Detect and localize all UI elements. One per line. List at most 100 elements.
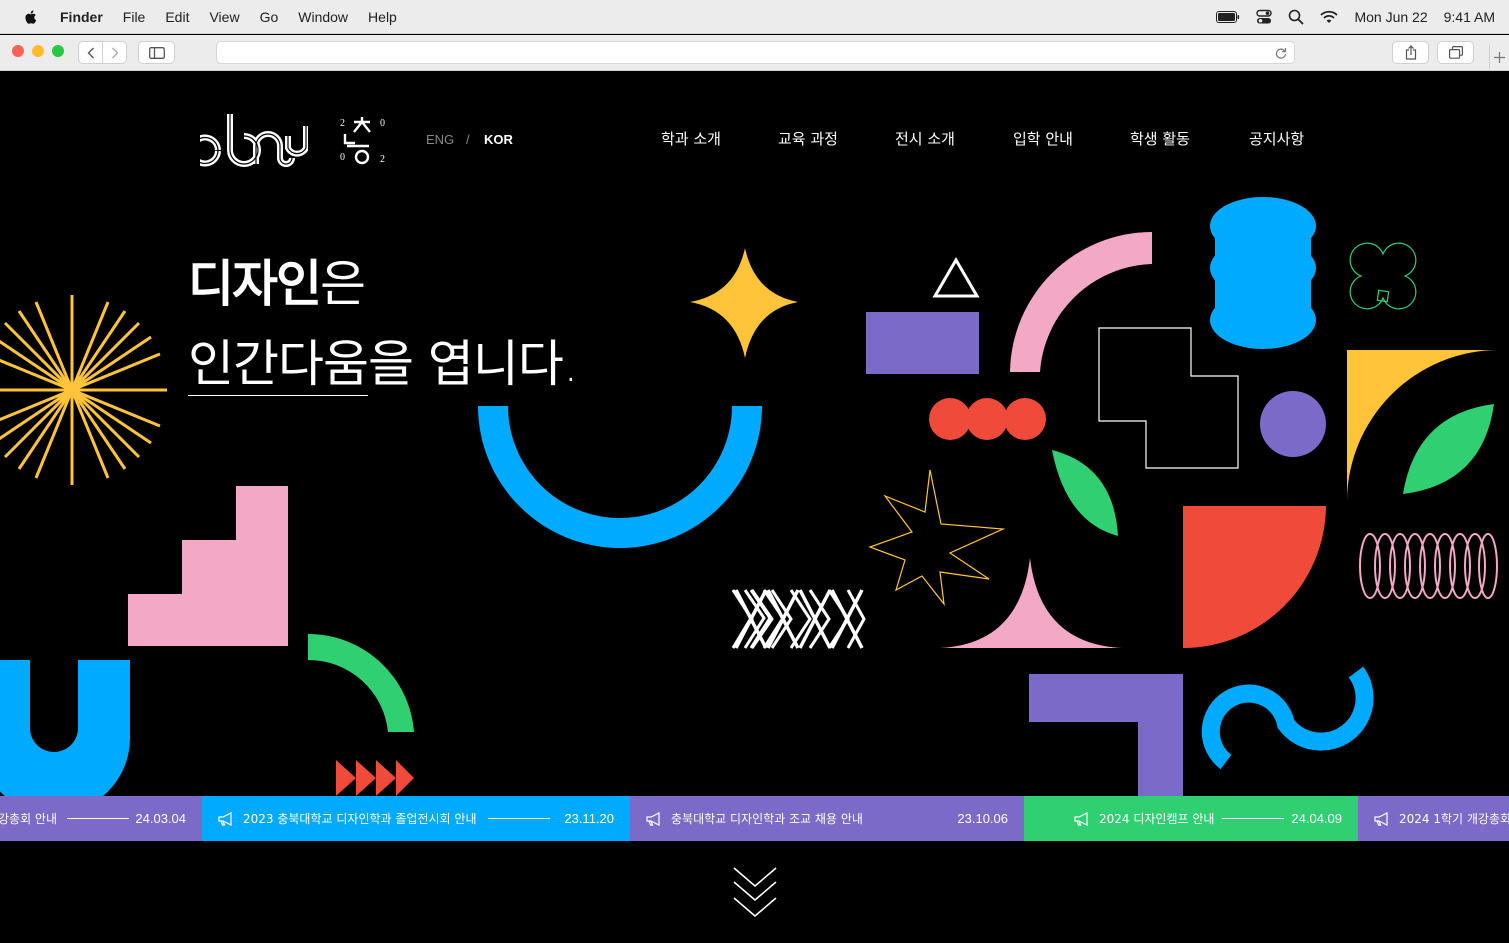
- nav-exhibition[interactable]: 전시 소개: [895, 128, 955, 149]
- outline-star-shape: [868, 469, 1006, 607]
- notice-title: 2024 디자인캠프 안내: [1099, 812, 1215, 826]
- megaphone-icon: [1074, 811, 1088, 826]
- sidebar-icon: [148, 46, 165, 59]
- svg-text:2: 2: [380, 154, 385, 165]
- red-quarter-shape: [1183, 506, 1326, 648]
- megaphone-icon: [1374, 811, 1388, 826]
- notice-date: 24.04.09: [1291, 811, 1342, 826]
- notice-divider: [67, 818, 130, 819]
- zoom-window-button[interactable]: [52, 45, 64, 57]
- hero-underlined-word: 인간다움: [188, 335, 369, 396]
- nav-student-activities[interactable]: 학생 활동: [1130, 128, 1190, 149]
- menu-window[interactable]: Window: [298, 9, 348, 25]
- pink-peak-shape: [940, 558, 1122, 648]
- yellow-star-shape: [690, 248, 798, 358]
- menubar-date[interactable]: Mon Jun 22: [1354, 9, 1427, 25]
- wifi-icon[interactable]: [1320, 10, 1339, 24]
- address-bar[interactable]: [216, 41, 1295, 64]
- chevron-left-icon: [87, 47, 94, 58]
- notice-title: 강총회 안내: [0, 812, 58, 826]
- svg-text:2: 2: [340, 118, 345, 129]
- nav-curriculum[interactable]: 교육 과정: [778, 128, 838, 149]
- notice-item[interactable]: 2023 충북대학교 디자인학과 졸업전시회 안내 23.11.20: [202, 796, 630, 841]
- svg-text:0: 0: [340, 152, 345, 163]
- menu-file[interactable]: File: [123, 9, 146, 25]
- notice-item[interactable]: 2024 1학기 개강총회 안내: [1358, 796, 1509, 841]
- blue-wave-shape: [1201, 666, 1374, 770]
- hero-line2-rest: 을 엽니다.: [368, 335, 579, 393]
- nav-admission[interactable]: 입학 안내: [1013, 128, 1073, 149]
- forward-button[interactable]: [102, 41, 127, 64]
- menu-edit[interactable]: Edit: [165, 9, 189, 25]
- lang-kor-link[interactable]: KOR: [484, 132, 513, 147]
- hero-headline-line1: 디자인은: [188, 244, 366, 316]
- pink-arc-shape: [1010, 231, 1152, 372]
- apple-icon[interactable]: [22, 8, 40, 26]
- outline-triangle-shape: [932, 257, 980, 298]
- pink-coil-shape: [1359, 533, 1498, 599]
- lang-eng-link[interactable]: ENG: [426, 132, 454, 147]
- megaphone-icon: [646, 811, 660, 826]
- red-triangles-shape: [336, 760, 414, 796]
- sunburst-shape: [0, 295, 167, 485]
- notice-item[interactable]: 충북대학교 디자인학과 조교 채용 안내 23.10.06: [630, 796, 1024, 841]
- scroll-down-icon[interactable]: [732, 866, 778, 922]
- web-page: 2002 ENG / KOR 학과 소개 교육 과정 전시 소개 입학 안내 학…: [0, 72, 1509, 943]
- hero-graphics: [0, 197, 1498, 796]
- notice-item[interactable]: 강총회 안내 24.03.04: [0, 796, 202, 841]
- battery-icon[interactable]: [1216, 11, 1240, 23]
- menu-help[interactable]: Help: [368, 9, 397, 25]
- control-center-icon[interactable]: [1256, 9, 1273, 25]
- chevron-right-icon: [111, 47, 118, 58]
- green-arc-shape: [308, 633, 414, 732]
- spotlight-search-icon[interactable]: [1288, 9, 1305, 25]
- notice-date: 24.03.04: [135, 811, 186, 826]
- notice-item[interactable]: 2024 디자인캠프 안내 24.04.09: [1024, 796, 1358, 841]
- close-window-button[interactable]: [12, 45, 24, 57]
- blue-u-shape: [0, 660, 130, 796]
- menu-bar: Finder File Edit View Go Window Help Mon…: [0, 0, 1509, 34]
- hero-headline-line2: 인간다움을 엽니다.: [188, 324, 579, 396]
- notice-title: 2024 1학기 개강총회 안내: [1399, 812, 1509, 826]
- nav-notices[interactable]: 공지사항: [1249, 128, 1304, 149]
- hero-bold-word: 디자인: [188, 255, 322, 313]
- lang-separator: /: [466, 132, 470, 147]
- anniversary-emblem: 2 00 2: [340, 117, 385, 165]
- blue-semicircle-shape: [478, 406, 762, 548]
- hero-particle: 은: [320, 255, 366, 313]
- reload-icon[interactable]: [1275, 47, 1287, 59]
- share-button[interactable]: [1392, 41, 1429, 64]
- menu-app-finder[interactable]: Finder: [60, 9, 103, 25]
- minimize-window-button[interactable]: [32, 45, 44, 57]
- megaphone-icon: [218, 811, 232, 826]
- purple-rectangle-shape: [866, 312, 979, 374]
- green-leaf-right-shape: [1403, 404, 1494, 494]
- back-button[interactable]: [78, 41, 103, 64]
- nav-department-intro[interactable]: 학과 소개: [661, 128, 721, 149]
- pink-stairs-shape: [128, 486, 288, 646]
- green-leaf-shape: [1052, 450, 1118, 536]
- outline-clover-shape: [1349, 242, 1417, 310]
- notice-title: 2023 충북대학교 디자인학과 졸업전시회 안내: [243, 812, 477, 826]
- share-icon: [1405, 45, 1416, 60]
- svg-text:0: 0: [380, 118, 385, 129]
- red-circles-shape: [929, 398, 1046, 440]
- cbnu-logo[interactable]: [200, 106, 308, 170]
- notice-ticker: 강총회 안내 24.03.04 2023 충북대학교 디자인학과 졸업전시회 안…: [0, 796, 1509, 841]
- outline-step-shape: [1098, 327, 1239, 469]
- new-tab-button[interactable]: [1489, 45, 1509, 69]
- notice-date: 23.11.20: [564, 811, 614, 826]
- notice-divider: [1222, 818, 1285, 819]
- sidebar-toggle-button[interactable]: [138, 41, 175, 64]
- purple-corner-shape: [1029, 674, 1183, 796]
- purple-circle-shape: [1260, 391, 1326, 457]
- menubar-time[interactable]: 9:41 AM: [1444, 9, 1495, 25]
- notice-date: 23.10.06: [957, 811, 1008, 826]
- menu-view[interactable]: View: [209, 9, 239, 25]
- tabs-icon: [1448, 46, 1463, 59]
- tab-overview-button[interactable]: [1437, 41, 1474, 64]
- browser-toolbar: [0, 35, 1509, 71]
- menu-go[interactable]: Go: [260, 9, 279, 25]
- url-input[interactable]: [217, 42, 1257, 63]
- notice-title: 충북대학교 디자인학과 조교 채용 안내: [671, 812, 863, 826]
